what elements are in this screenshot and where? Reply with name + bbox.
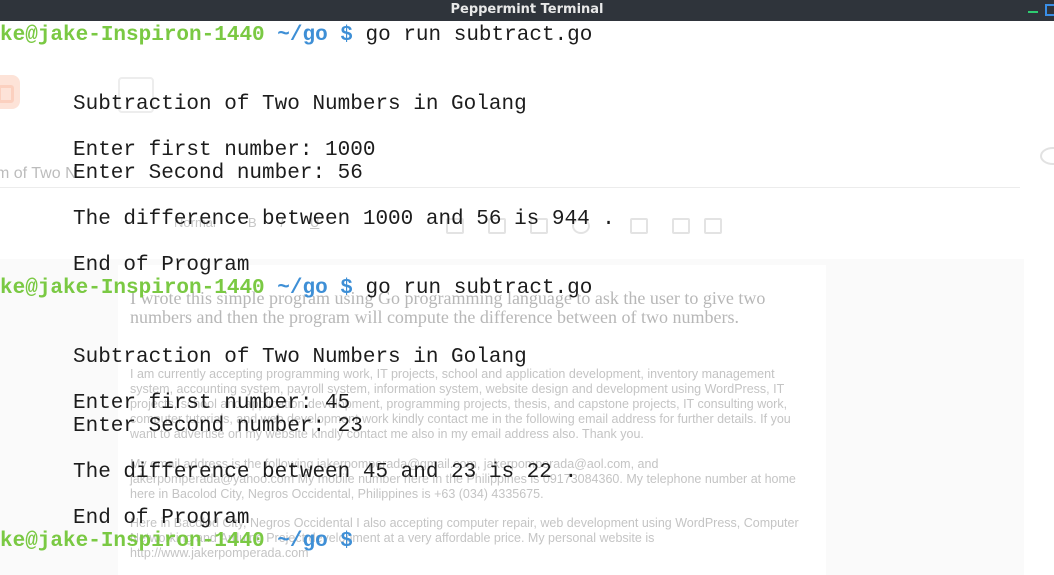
maximize-icon[interactable] <box>1045 3 1054 16</box>
output-line: Enter first number: 1000 <box>73 139 376 162</box>
output-line: The difference between 45 and 23 is 22 . <box>73 461 578 484</box>
output-line: Subtraction of Two Numbers in Golang <box>73 93 527 116</box>
output-line: End of Program <box>73 507 250 530</box>
output-line: Enter first number: 45 <box>73 392 351 415</box>
output-line: The difference between 1000 and 56 is 94… <box>73 208 615 231</box>
output-line: Enter Second number: 23 <box>73 415 363 438</box>
command-text: go run subtract.go <box>365 24 593 47</box>
prompt-line: ke@jake-Inspiron-1440 ~/go $ go run subt… <box>0 277 592 300</box>
prompt-user: ke@jake-Inspiron-1440 <box>0 277 265 300</box>
prompt-symbol: $ <box>340 277 353 300</box>
output-line: End of Program <box>73 254 250 277</box>
prompt-symbol: $ <box>340 24 353 47</box>
terminal-output[interactable]: ke@jake-Inspiron-1440 ~/go $ go run subt… <box>0 21 1054 554</box>
output-line: Subtraction of Two Numbers in Golang <box>73 346 527 369</box>
prompt-path: ~/go <box>277 530 328 553</box>
prompt-path: ~/go <box>277 277 328 300</box>
prompt-path: ~/go <box>277 24 328 47</box>
minimize-icon[interactable] <box>1027 3 1039 15</box>
window-titlebar[interactable]: Peppermint Terminal <box>0 0 1054 21</box>
command-text: go run subtract.go <box>365 277 593 300</box>
prompt-line[interactable]: ke@jake-Inspiron-1440 ~/go $ <box>0 530 353 553</box>
prompt-user: ke@jake-Inspiron-1440 <box>0 530 265 553</box>
prompt-user: ke@jake-Inspiron-1440 <box>0 24 265 47</box>
prompt-symbol: $ <box>340 530 353 553</box>
prompt-line: ke@jake-Inspiron-1440 ~/go $ go run subt… <box>0 24 592 47</box>
window-title: Peppermint Terminal <box>450 2 604 17</box>
output-line: Enter Second number: 56 <box>73 162 363 185</box>
